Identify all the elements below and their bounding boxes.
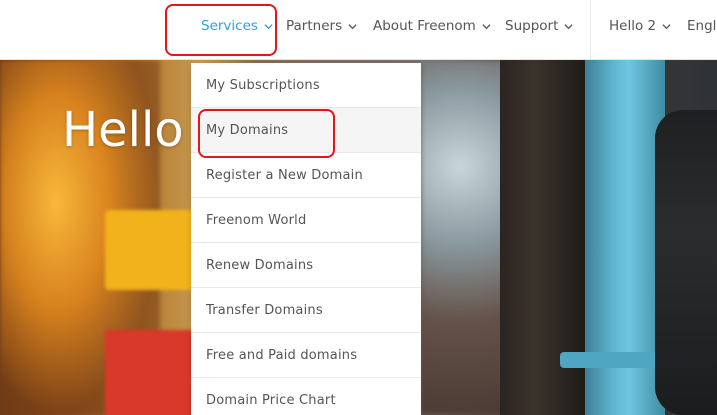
nav-partners-label: Partners — [286, 18, 343, 34]
menu-item-renew-domains[interactable]: Renew Domains — [191, 243, 421, 288]
nav-support-label: Support — [505, 18, 559, 34]
nav-about-label: About Freenom — [373, 18, 476, 34]
nav-language-menu[interactable]: Engli — [687, 0, 717, 52]
nav-services[interactable]: Services — [201, 0, 273, 52]
chevron-down-icon — [564, 22, 573, 31]
hero-title: Hello — [62, 102, 184, 158]
hero-background-image — [655, 110, 717, 415]
hero-background-image — [105, 210, 195, 290]
services-dropdown-menu: My Subscriptions My Domains Register a N… — [191, 63, 421, 415]
menu-item-free-and-paid-domains[interactable]: Free and Paid domains — [191, 333, 421, 378]
menu-item-my-subscriptions[interactable]: My Subscriptions — [191, 63, 421, 108]
chevron-down-icon — [348, 22, 357, 31]
nav-partners[interactable]: Partners — [286, 0, 357, 52]
nav-user-label: Hello 2 — [609, 18, 657, 34]
top-navigation-bar: Services Partners About Freenom Support … — [0, 0, 717, 60]
menu-item-my-domains[interactable]: My Domains — [191, 108, 421, 153]
nav-support[interactable]: Support — [505, 0, 573, 52]
nav-language-label: Engli — [687, 18, 717, 34]
chevron-down-icon — [264, 22, 273, 31]
menu-item-freenom-world[interactable]: Freenom World — [191, 198, 421, 243]
menu-item-register-new-domain[interactable]: Register a New Domain — [191, 153, 421, 198]
nav-divider — [590, 0, 591, 60]
chevron-down-icon — [662, 22, 671, 31]
menu-item-transfer-domains[interactable]: Transfer Domains — [191, 288, 421, 333]
nav-services-label: Services — [201, 18, 258, 34]
nav-user-menu[interactable]: Hello 2 — [609, 0, 671, 52]
hero-background-image — [105, 330, 200, 415]
menu-item-domain-price-chart[interactable]: Domain Price Chart — [191, 378, 421, 415]
nav-about-freenom[interactable]: About Freenom — [373, 0, 491, 52]
chevron-down-icon — [482, 22, 491, 31]
